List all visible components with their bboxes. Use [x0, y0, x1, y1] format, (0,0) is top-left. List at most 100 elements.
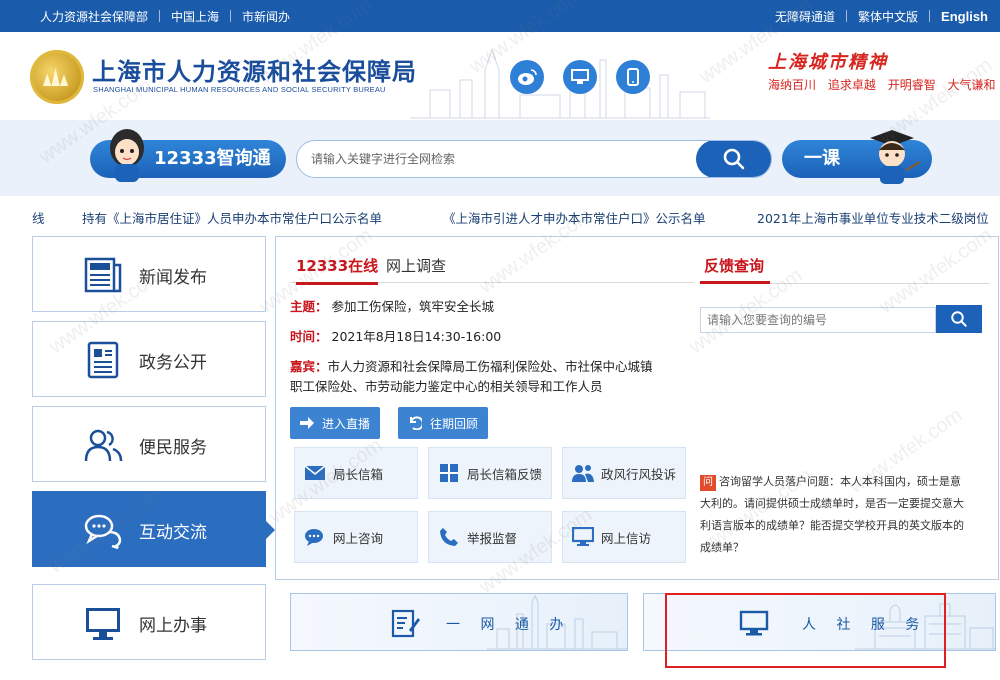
- emblem-logo[interactable]: [30, 50, 84, 104]
- tab-online-survey[interactable]: 网上调查: [386, 255, 446, 276]
- tile-label: 局长信箱反馈: [467, 466, 543, 482]
- link-mohrss[interactable]: 人力资源社会保障部: [40, 8, 148, 25]
- enter-live-label: 进入直播: [322, 416, 371, 431]
- yiwangtongban-banner[interactable]: 一 网 通 办: [290, 593, 628, 651]
- news-ticker: 线 持有《上海市居住证》人员申办本市常住户口公示名单 《上海市引进人才申办本市常…: [0, 204, 1000, 228]
- link-china-shanghai[interactable]: 中国上海: [171, 8, 219, 25]
- envelope-icon: [303, 461, 327, 485]
- highlight-box: [665, 593, 946, 668]
- link-english[interactable]: English: [941, 9, 988, 24]
- interaction-panel: 12333在线 网上调查 主题： 参加工伤保险，筑牢安全长城 时间： 2021年…: [275, 236, 999, 580]
- search-icon: [951, 311, 967, 327]
- feedback-query-title[interactable]: 反馈查询: [704, 255, 764, 276]
- weibo-icon[interactable]: [510, 60, 544, 94]
- topic-row: 主题： 参加工伤保险，筑牢安全长城: [290, 297, 494, 317]
- site-header: 上海市人力资源和社会保障局 SHANGHAI MUNICIPAL HUMAN R…: [0, 32, 1000, 120]
- tile-label: 网上咨询: [333, 530, 384, 546]
- time-key: 时间：: [290, 329, 328, 344]
- undo-icon: [410, 416, 422, 430]
- nav-label: 新闻发布: [139, 268, 207, 288]
- top-bar: 人力资源社会保障部 中国上海 市新闻办 无障碍通道 繁体中文版 English: [0, 0, 1000, 32]
- question-badge: 问: [700, 475, 716, 491]
- feedback-qa-item[interactable]: 问咨询留学人员落户问题：本人本科国内，硕士是意 大利的。请问提供硕士成绩单时，是…: [700, 471, 984, 555]
- ticker-item[interactable]: 持有《上海市居住证》人员申办本市常住户口公示名单: [82, 208, 382, 227]
- tile-complaint[interactable]: 政风行风投诉: [562, 447, 686, 499]
- city-skyline-graphic: [487, 594, 627, 650]
- site-search: [296, 140, 772, 178]
- mascot-girl-icon: [110, 129, 144, 182]
- nav-label: 互动交流: [139, 523, 207, 543]
- users-icon: [83, 425, 123, 465]
- speech-bubble-icon: [303, 525, 327, 549]
- phone-icon: [437, 525, 461, 549]
- spirit-word: 大气谦和: [947, 78, 996, 92]
- ticker-item[interactable]: 2021年上海市事业单位专业技术二级岗位: [757, 208, 989, 227]
- time-row: 时间： 2021年8月18日14:30-16:00: [290, 327, 501, 347]
- mobile-icon[interactable]: [616, 60, 650, 94]
- topic-value: 参加工伤保险，筑牢安全长城: [331, 299, 495, 314]
- spirit-word: 开明睿智: [887, 78, 936, 92]
- feedback-divider: [700, 281, 990, 284]
- mascot-graduate-icon: [870, 130, 921, 184]
- feedback-search-button[interactable]: [936, 305, 982, 333]
- enter-live-button[interactable]: 进入直播: [290, 407, 381, 439]
- search-band: 12333智询通 一课: [0, 120, 1000, 196]
- guest-key: 嘉宾：: [290, 359, 328, 374]
- tile-report-supervision[interactable]: 举报监督: [428, 511, 552, 563]
- search-icon: [723, 148, 745, 170]
- search-button[interactable]: [696, 141, 771, 177]
- desktop-icon[interactable]: [563, 60, 597, 94]
- tile-label: 局长信箱: [333, 466, 384, 482]
- feedback-number-input[interactable]: [700, 307, 936, 333]
- tile-label: 举报监督: [467, 530, 518, 546]
- guest-line: 职工保险处、市劳动能力鉴定中心的相关领导和工作人员: [290, 379, 603, 394]
- nav-online-service[interactable]: 网上办事: [32, 584, 266, 660]
- tile-director-mailbox[interactable]: 局长信箱: [294, 447, 418, 499]
- spirit-word: 海纳百川: [768, 78, 817, 92]
- qa-line: 成绩单？: [700, 541, 744, 554]
- nav-label: 便民服务: [139, 438, 207, 458]
- nav-interaction[interactable]: 互动交流: [32, 491, 275, 567]
- ticker-item[interactable]: 线: [32, 208, 45, 227]
- link-accessibility[interactable]: 无障碍通道: [775, 8, 835, 25]
- site-subtitle: SHANGHAI MUNICIPAL HUMAN RESOURCES AND S…: [93, 85, 386, 94]
- top-links-left: 人力资源社会保障部 中国上海 市新闻办: [40, 0, 290, 32]
- qa-line: 利语言版本的成绩单？能否提交学校开具的英文版本的: [700, 519, 964, 532]
- monitor-icon: [83, 603, 123, 643]
- grid-icon: [437, 461, 461, 485]
- tile-mailbox-feedback[interactable]: 局长信箱反馈: [428, 447, 552, 499]
- divider: [846, 10, 848, 22]
- site-title[interactable]: 上海市人力资源和社会保障局: [92, 52, 417, 87]
- divider: [230, 10, 232, 22]
- link-traditional-chinese[interactable]: 繁体中文版: [858, 8, 918, 25]
- divider: [929, 10, 931, 22]
- edit-document-icon: [391, 609, 420, 638]
- nav-label: 网上办事: [139, 616, 207, 636]
- top-links-right: 无障碍通道 繁体中文版 English: [775, 0, 988, 32]
- ticker-item[interactable]: 《上海市引进人才申办本市常住户口》公示名单: [443, 208, 706, 227]
- panel-tabs: 12333在线 网上调查: [290, 251, 694, 285]
- nav-gov-affairs[interactable]: 政务公开: [32, 321, 266, 397]
- city-spirit-title: 上海城市精神: [768, 52, 888, 73]
- guest-line: 市人力资源和社会保障局工伤福利保险处、市社保中心城镇: [327, 359, 653, 374]
- divider: [159, 10, 161, 22]
- tile-label: 网上信访: [601, 530, 652, 546]
- skyline-graphic: [410, 48, 710, 119]
- chat-bubbles-icon: [83, 510, 123, 550]
- tab-12333-online[interactable]: 12333在线: [296, 255, 379, 285]
- guest-row: 嘉宾：市人力资源和社会保障局工伤福利保险处、市社保中心城镇 职工保险处、市劳动能…: [290, 357, 695, 397]
- past-review-button[interactable]: 往期回顾: [398, 407, 489, 439]
- document-list-icon: [83, 340, 123, 380]
- nav-news-release[interactable]: 新闻发布: [32, 236, 266, 312]
- time-value: 2021年8月18日14:30-16:00: [331, 329, 502, 344]
- search-input[interactable]: [311, 141, 691, 177]
- spirit-word: 追求卓越: [827, 78, 876, 92]
- past-review-label: 往期回顾: [430, 416, 479, 431]
- tile-online-consult[interactable]: 网上咨询: [294, 511, 418, 563]
- computer-icon: [571, 525, 595, 549]
- tile-online-petition[interactable]: 网上信访: [562, 511, 686, 563]
- qa-line: 大利的。请问提供硕士成绩单时，是否一定要提交意大: [700, 497, 964, 510]
- nav-public-service[interactable]: 便民服务: [32, 406, 266, 482]
- news-icon: [83, 255, 123, 295]
- link-news-office[interactable]: 市新闻办: [242, 8, 290, 25]
